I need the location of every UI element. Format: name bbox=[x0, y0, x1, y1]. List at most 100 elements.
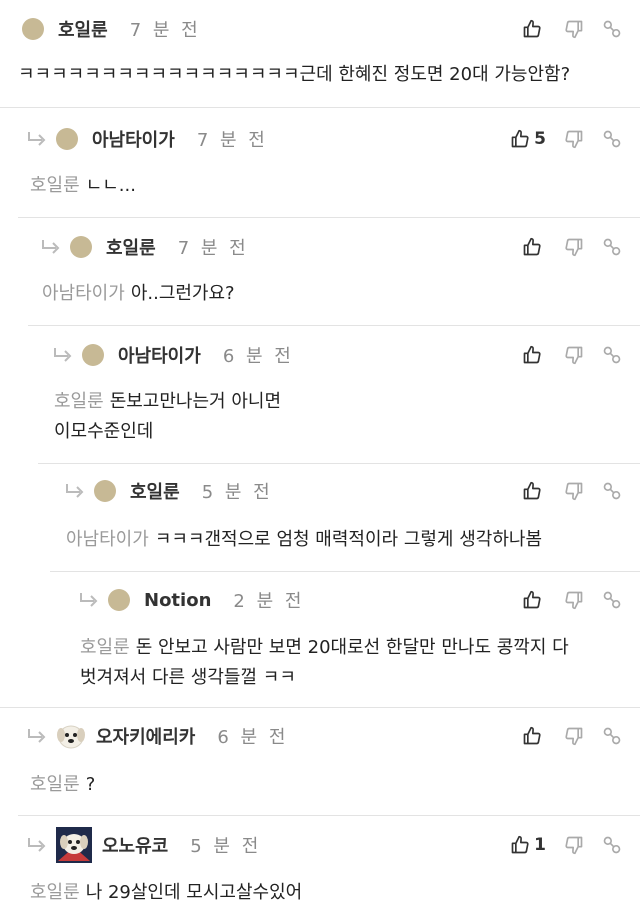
thumbs-up-icon bbox=[523, 19, 541, 38]
thumbs-up-icon bbox=[511, 129, 529, 148]
share-button[interactable] bbox=[602, 481, 622, 501]
like-button[interactable]: 1 bbox=[510, 835, 546, 855]
avatar[interactable] bbox=[56, 721, 86, 751]
avatar[interactable] bbox=[94, 480, 116, 502]
comment-item: 호일룬 7 분 전 아남타이가 아..그런가요? bbox=[0, 218, 640, 326]
like-button[interactable] bbox=[522, 19, 546, 39]
mention: 아남타이가 bbox=[42, 283, 125, 304]
link-icon bbox=[603, 482, 621, 500]
reply-arrow-icon bbox=[54, 348, 72, 362]
dislike-button[interactable] bbox=[564, 481, 584, 501]
avatar[interactable] bbox=[56, 128, 78, 150]
timestamp: 6 분 전 bbox=[222, 346, 294, 367]
comment-item: 아남타이가 7 분 전 5 호일룬 ㄴㄴ... bbox=[0, 108, 640, 218]
mention: 아남타이가 bbox=[66, 529, 149, 550]
comment-item: 오노유코 5 분 전 1 호일룬 나 29살인데 모시고살수있어 bbox=[0, 816, 640, 921]
link-icon bbox=[603, 591, 621, 609]
comment-item: 호일룬 5 분 전 아남타이가 ㅋㅋㅋ갠적으로 엄청 매력적이라 그렇게 생각하나… bbox=[0, 464, 640, 572]
reply-arrow-icon bbox=[28, 132, 46, 146]
thumbs-down-icon bbox=[565, 238, 583, 257]
timestamp: 7 분 전 bbox=[129, 20, 201, 41]
thumbs-up-icon bbox=[523, 481, 541, 500]
comment-text: 호일룬? bbox=[30, 774, 96, 795]
timestamp: 6 분 전 bbox=[217, 727, 289, 748]
reply-arrow-icon bbox=[28, 729, 46, 743]
comment-item: 아남타이가 6 분 전 호일룬 돈보고만나는거 아니면 이모수준인데 bbox=[0, 326, 640, 464]
like-button[interactable]: 5 bbox=[510, 129, 546, 149]
avatar[interactable] bbox=[82, 344, 104, 366]
reply-arrow-icon bbox=[42, 240, 60, 254]
nickname[interactable]: 호일룬 bbox=[106, 234, 156, 260]
like-button[interactable] bbox=[522, 481, 546, 501]
thumbs-down-icon bbox=[565, 20, 583, 39]
reply-arrow-icon bbox=[28, 838, 46, 852]
nickname[interactable]: 아남타이가 bbox=[92, 126, 175, 152]
comment-text: 아남타이가 ㅋㅋㅋ갠적으로 엄청 매력적이라 그렇게 생각하나봄 bbox=[66, 529, 543, 550]
thumbs-down-icon bbox=[565, 836, 583, 855]
comment-text: 호일룬 ㄴㄴ... bbox=[30, 175, 136, 196]
nickname[interactable]: 오노유코 bbox=[102, 832, 168, 858]
nickname[interactable]: 호일룬 bbox=[58, 16, 108, 42]
timestamp: 7 분 전 bbox=[177, 238, 249, 259]
like-button[interactable] bbox=[522, 726, 546, 746]
thumbs-up-icon bbox=[523, 726, 541, 745]
share-button[interactable] bbox=[602, 590, 622, 610]
nickname[interactable]: 아남타이가 bbox=[118, 342, 201, 368]
dislike-button[interactable] bbox=[564, 726, 584, 746]
link-icon bbox=[603, 346, 621, 364]
link-icon bbox=[603, 20, 621, 38]
like-button[interactable] bbox=[522, 590, 546, 610]
dislike-button[interactable] bbox=[564, 345, 584, 365]
share-button[interactable] bbox=[602, 345, 622, 365]
mention: 호일룬 bbox=[30, 175, 80, 196]
share-button[interactable] bbox=[602, 726, 622, 746]
comment-text: ㅋㅋㅋㅋㅋㅋㅋㅋㅋㅋㅋㅋㅋㅋㅋㅋㅋ근데 한혜진 정도면 20대 가능안함? bbox=[18, 64, 571, 85]
comment-text: 호일룬 나 29살인데 모시고살수있어 bbox=[30, 882, 303, 903]
nickname[interactable]: 오자키에리카 bbox=[96, 723, 195, 749]
share-button[interactable] bbox=[602, 237, 622, 257]
comment-item: Notion 2 분 전 호일룬 돈 안보고 사람만 보면 20대로선 한달만 만… bbox=[0, 572, 640, 708]
comment-item: 호일룬 7 분 전 ㅋㅋㅋㅋㅋㅋㅋㅋㅋㅋㅋㅋㅋㅋㅋㅋㅋ근데 한혜진 정도면 20… bbox=[0, 0, 640, 108]
mention: 호일룬 bbox=[54, 391, 104, 412]
timestamp: 2 분 전 bbox=[233, 591, 305, 612]
dislike-button[interactable] bbox=[564, 237, 584, 257]
dislike-button[interactable] bbox=[564, 590, 584, 610]
avatar[interactable] bbox=[22, 18, 44, 40]
avatar[interactable] bbox=[70, 236, 92, 258]
comment-item: 오자키에리카 6 분 전 호일룬? bbox=[0, 708, 640, 816]
share-button[interactable] bbox=[602, 129, 622, 149]
mention: 호일룬 bbox=[30, 882, 80, 903]
share-button[interactable] bbox=[602, 835, 622, 855]
puppy-avatar-icon bbox=[57, 725, 85, 749]
timestamp: 7 분 전 bbox=[196, 130, 268, 151]
thumbs-up-icon bbox=[523, 590, 541, 609]
dislike-button[interactable] bbox=[564, 835, 584, 855]
thumbs-up-icon bbox=[523, 345, 541, 364]
share-button[interactable] bbox=[602, 19, 622, 39]
like-button[interactable] bbox=[522, 345, 546, 365]
puppy-avatar-icon bbox=[56, 827, 92, 863]
reply-arrow-icon bbox=[66, 484, 84, 498]
avatar[interactable] bbox=[56, 827, 92, 863]
timestamp: 5 분 전 bbox=[190, 836, 262, 857]
mention: 호일룬 bbox=[80, 637, 130, 658]
nickname[interactable]: 호일룬 bbox=[130, 478, 180, 504]
thumbs-down-icon bbox=[565, 727, 583, 746]
timestamp: 5 분 전 bbox=[201, 482, 273, 503]
dislike-button[interactable] bbox=[564, 129, 584, 149]
link-icon bbox=[603, 727, 621, 745]
dislike-button[interactable] bbox=[564, 19, 584, 39]
avatar[interactable] bbox=[108, 589, 130, 611]
link-icon bbox=[603, 130, 621, 148]
thumbs-down-icon bbox=[565, 130, 583, 149]
thumbs-down-icon bbox=[565, 591, 583, 610]
nickname[interactable]: Notion bbox=[144, 590, 211, 611]
like-button[interactable] bbox=[522, 237, 546, 257]
link-icon bbox=[603, 238, 621, 256]
reply-arrow-icon bbox=[80, 593, 98, 607]
thumbs-up-icon bbox=[523, 237, 541, 256]
comment-text: 호일룬 돈보고만나는거 아니면 이모수준인데 bbox=[54, 391, 282, 442]
thumbs-up-icon bbox=[511, 835, 529, 854]
comment-text: 아남타이가 아..그런가요? bbox=[42, 283, 235, 304]
comment-text: 호일룬 돈 안보고 사람만 보면 20대로선 한달만 만나도 콩깍지 다 벗겨져서… bbox=[80, 637, 569, 688]
